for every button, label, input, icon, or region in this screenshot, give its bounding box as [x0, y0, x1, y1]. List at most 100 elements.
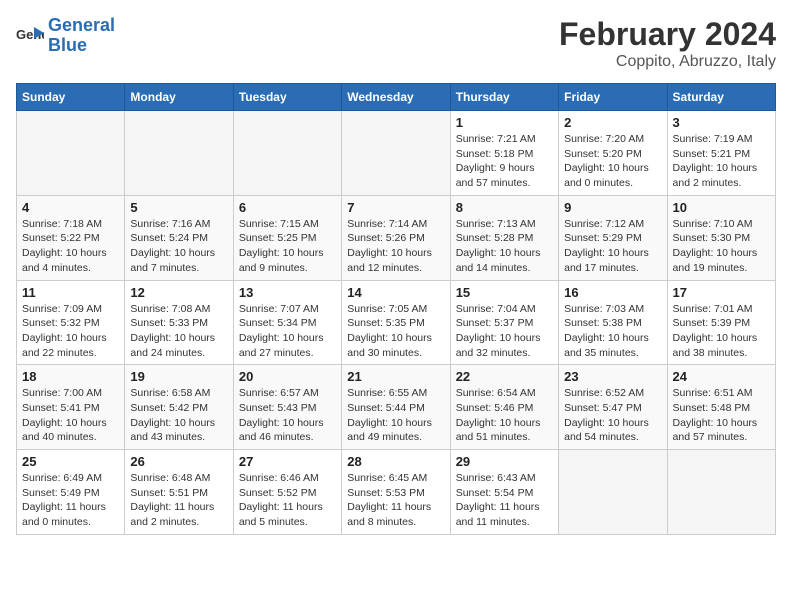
day-number: 13 — [239, 285, 336, 300]
logo-icon: General — [16, 25, 44, 47]
page-header: General General Blue February 2024 Coppi… — [16, 16, 776, 71]
calendar-cell — [125, 111, 233, 196]
calendar-cell: 6 Sunrise: 7:15 AMSunset: 5:25 PMDaylight… — [233, 195, 341, 280]
day-number: 1 — [456, 115, 553, 130]
day-number: 22 — [456, 369, 553, 384]
day-number: 26 — [130, 454, 227, 469]
day-info: Sunrise: 7:09 AMSunset: 5:32 PMDaylight:… — [22, 302, 119, 361]
day-info: Sunrise: 6:58 AMSunset: 5:42 PMDaylight:… — [130, 386, 227, 445]
day-number: 27 — [239, 454, 336, 469]
calendar-cell: 2Sunrise: 7:20 AMSunset: 5:20 PMDaylight… — [559, 111, 667, 196]
calendar-cell: 9 Sunrise: 7:12 AMSunset: 5:29 PMDaylight… — [559, 195, 667, 280]
day-info: Sunrise: 6:55 AMSunset: 5:44 PMDaylight:… — [347, 386, 444, 445]
day-number: 21 — [347, 369, 444, 384]
day-number: 15 — [456, 285, 553, 300]
weekday-header: Thursday — [450, 84, 558, 111]
day-number: 11 — [22, 285, 119, 300]
calendar-header-row: SundayMondayTuesdayWednesdayThursdayFrid… — [17, 84, 776, 111]
day-info: Sunrise: 7:05 AMSunset: 5:35 PMDaylight:… — [347, 302, 444, 361]
calendar-cell — [667, 450, 775, 535]
day-info: Sunrise: 6:54 AMSunset: 5:46 PMDaylight:… — [456, 386, 553, 445]
day-info: Sunrise: 6:49 AMSunset: 5:49 PMDaylight:… — [22, 471, 119, 530]
day-info: Sunrise: 7:10 AMSunset: 5:30 PMDaylight:… — [673, 217, 770, 276]
weekday-header: Saturday — [667, 84, 775, 111]
day-info: Sunrise: 6:57 AMSunset: 5:43 PMDaylight:… — [239, 386, 336, 445]
day-info: Sunrise: 7:16 AMSunset: 5:24 PMDaylight:… — [130, 217, 227, 276]
day-number: 7 — [347, 200, 444, 215]
day-number: 17 — [673, 285, 770, 300]
day-info: Sunrise: 7:15 AMSunset: 5:25 PMDaylight:… — [239, 217, 336, 276]
day-info: Sunrise: 7:14 AMSunset: 5:26 PMDaylight:… — [347, 217, 444, 276]
calendar-cell — [17, 111, 125, 196]
calendar-cell: 19 Sunrise: 6:58 AMSunset: 5:42 PMDayligh… — [125, 365, 233, 450]
day-number: 9 — [564, 200, 661, 215]
day-number: 18 — [22, 369, 119, 384]
calendar-week-row: 4 Sunrise: 7:18 AMSunset: 5:22 PMDaylight… — [17, 195, 776, 280]
calendar-cell: 23Sunrise: 6:52 AMSunset: 5:47 PMDayligh… — [559, 365, 667, 450]
day-info: Sunrise: 7:18 AMSunset: 5:22 PMDaylight:… — [22, 217, 119, 276]
calendar-cell: 28 Sunrise: 6:45 AMSunset: 5:53 PMDayligh… — [342, 450, 450, 535]
day-info: Sunrise: 6:46 AMSunset: 5:52 PMDaylight:… — [239, 471, 336, 530]
day-number: 4 — [22, 200, 119, 215]
calendar-cell: 3 Sunrise: 7:19 AMSunset: 5:21 PMDaylight… — [667, 111, 775, 196]
weekday-header: Tuesday — [233, 84, 341, 111]
weekday-header: Friday — [559, 84, 667, 111]
calendar-cell: 4 Sunrise: 7:18 AMSunset: 5:22 PMDaylight… — [17, 195, 125, 280]
day-number: 20 — [239, 369, 336, 384]
day-info: Sunrise: 7:03 AMSunset: 5:38 PMDaylight:… — [564, 302, 661, 361]
calendar-week-row: 11 Sunrise: 7:09 AMSunset: 5:32 PMDayligh… — [17, 280, 776, 365]
calendar-cell: 16 Sunrise: 7:03 AMSunset: 5:38 PMDayligh… — [559, 280, 667, 365]
calendar-cell: 7 Sunrise: 7:14 AMSunset: 5:26 PMDaylight… — [342, 195, 450, 280]
day-number: 6 — [239, 200, 336, 215]
calendar-cell: 27 Sunrise: 6:46 AMSunset: 5:52 PMDayligh… — [233, 450, 341, 535]
day-info: Sunrise: 7:13 AMSunset: 5:28 PMDaylight:… — [456, 217, 553, 276]
day-number: 5 — [130, 200, 227, 215]
day-number: 3 — [673, 115, 770, 130]
day-number: 25 — [22, 454, 119, 469]
calendar-cell — [233, 111, 341, 196]
day-number: 2 — [564, 115, 661, 130]
day-number: 28 — [347, 454, 444, 469]
day-number: 24 — [673, 369, 770, 384]
day-info: Sunrise: 7:08 AMSunset: 5:33 PMDaylight:… — [130, 302, 227, 361]
calendar-week-row: 25 Sunrise: 6:49 AMSunset: 5:49 PMDayligh… — [17, 450, 776, 535]
day-info: Sunrise: 7:01 AMSunset: 5:39 PMDaylight:… — [673, 302, 770, 361]
calendar-cell: 24 Sunrise: 6:51 AMSunset: 5:48 PMDayligh… — [667, 365, 775, 450]
calendar-cell: 29 Sunrise: 6:43 AMSunset: 5:54 PMDayligh… — [450, 450, 558, 535]
calendar-cell: 21 Sunrise: 6:55 AMSunset: 5:44 PMDayligh… — [342, 365, 450, 450]
day-number: 29 — [456, 454, 553, 469]
day-info: Sunrise: 6:51 AMSunset: 5:48 PMDaylight:… — [673, 386, 770, 445]
calendar-cell: 15Sunrise: 7:04 AMSunset: 5:37 PMDayligh… — [450, 280, 558, 365]
calendar-cell: 26 Sunrise: 6:48 AMSunset: 5:51 PMDayligh… — [125, 450, 233, 535]
day-info: Sunrise: 7:12 AMSunset: 5:29 PMDaylight:… — [564, 217, 661, 276]
day-number: 10 — [673, 200, 770, 215]
calendar-cell: 10 Sunrise: 7:10 AMSunset: 5:30 PMDayligh… — [667, 195, 775, 280]
day-info: Sunrise: 6:48 AMSunset: 5:51 PMDaylight:… — [130, 471, 227, 530]
day-info: Sunrise: 6:45 AMSunset: 5:53 PMDaylight:… — [347, 471, 444, 530]
calendar-cell: 20 Sunrise: 6:57 AMSunset: 5:43 PMDayligh… — [233, 365, 341, 450]
calendar-cell: 8Sunrise: 7:13 AMSunset: 5:28 PMDaylight… — [450, 195, 558, 280]
logo: General General Blue — [16, 16, 115, 56]
day-number: 19 — [130, 369, 227, 384]
day-info: Sunrise: 7:19 AMSunset: 5:21 PMDaylight:… — [673, 132, 770, 191]
day-info: Sunrise: 7:00 AMSunset: 5:41 PMDaylight:… — [22, 386, 119, 445]
calendar-cell: 25 Sunrise: 6:49 AMSunset: 5:49 PMDayligh… — [17, 450, 125, 535]
day-info: Sunrise: 7:21 AMSunset: 5:18 PMDaylight:… — [456, 132, 553, 191]
calendar-cell: 22 Sunrise: 6:54 AMSunset: 5:46 PMDayligh… — [450, 365, 558, 450]
calendar-cell: 11 Sunrise: 7:09 AMSunset: 5:32 PMDayligh… — [17, 280, 125, 365]
calendar-table: SundayMondayTuesdayWednesdayThursdayFrid… — [16, 83, 776, 535]
day-info: Sunrise: 6:52 AMSunset: 5:47 PMDaylight:… — [564, 386, 661, 445]
calendar-cell: 17 Sunrise: 7:01 AMSunset: 5:39 PMDayligh… — [667, 280, 775, 365]
page-title: February 2024 — [559, 16, 776, 53]
calendar-cell — [559, 450, 667, 535]
calendar-cell: 5 Sunrise: 7:16 AMSunset: 5:24 PMDaylight… — [125, 195, 233, 280]
day-info: Sunrise: 7:07 AMSunset: 5:34 PMDaylight:… — [239, 302, 336, 361]
day-info: Sunrise: 6:43 AMSunset: 5:54 PMDaylight:… — [456, 471, 553, 530]
calendar-week-row: 18 Sunrise: 7:00 AMSunset: 5:41 PMDayligh… — [17, 365, 776, 450]
weekday-header: Sunday — [17, 84, 125, 111]
weekday-header: Wednesday — [342, 84, 450, 111]
calendar-cell: 14Sunrise: 7:05 AMSunset: 5:35 PMDayligh… — [342, 280, 450, 365]
day-number: 16 — [564, 285, 661, 300]
title-block: February 2024 Coppito, Abruzzo, Italy — [559, 16, 776, 71]
calendar-week-row: 1 Sunrise: 7:21 AMSunset: 5:18 PMDaylight… — [17, 111, 776, 196]
